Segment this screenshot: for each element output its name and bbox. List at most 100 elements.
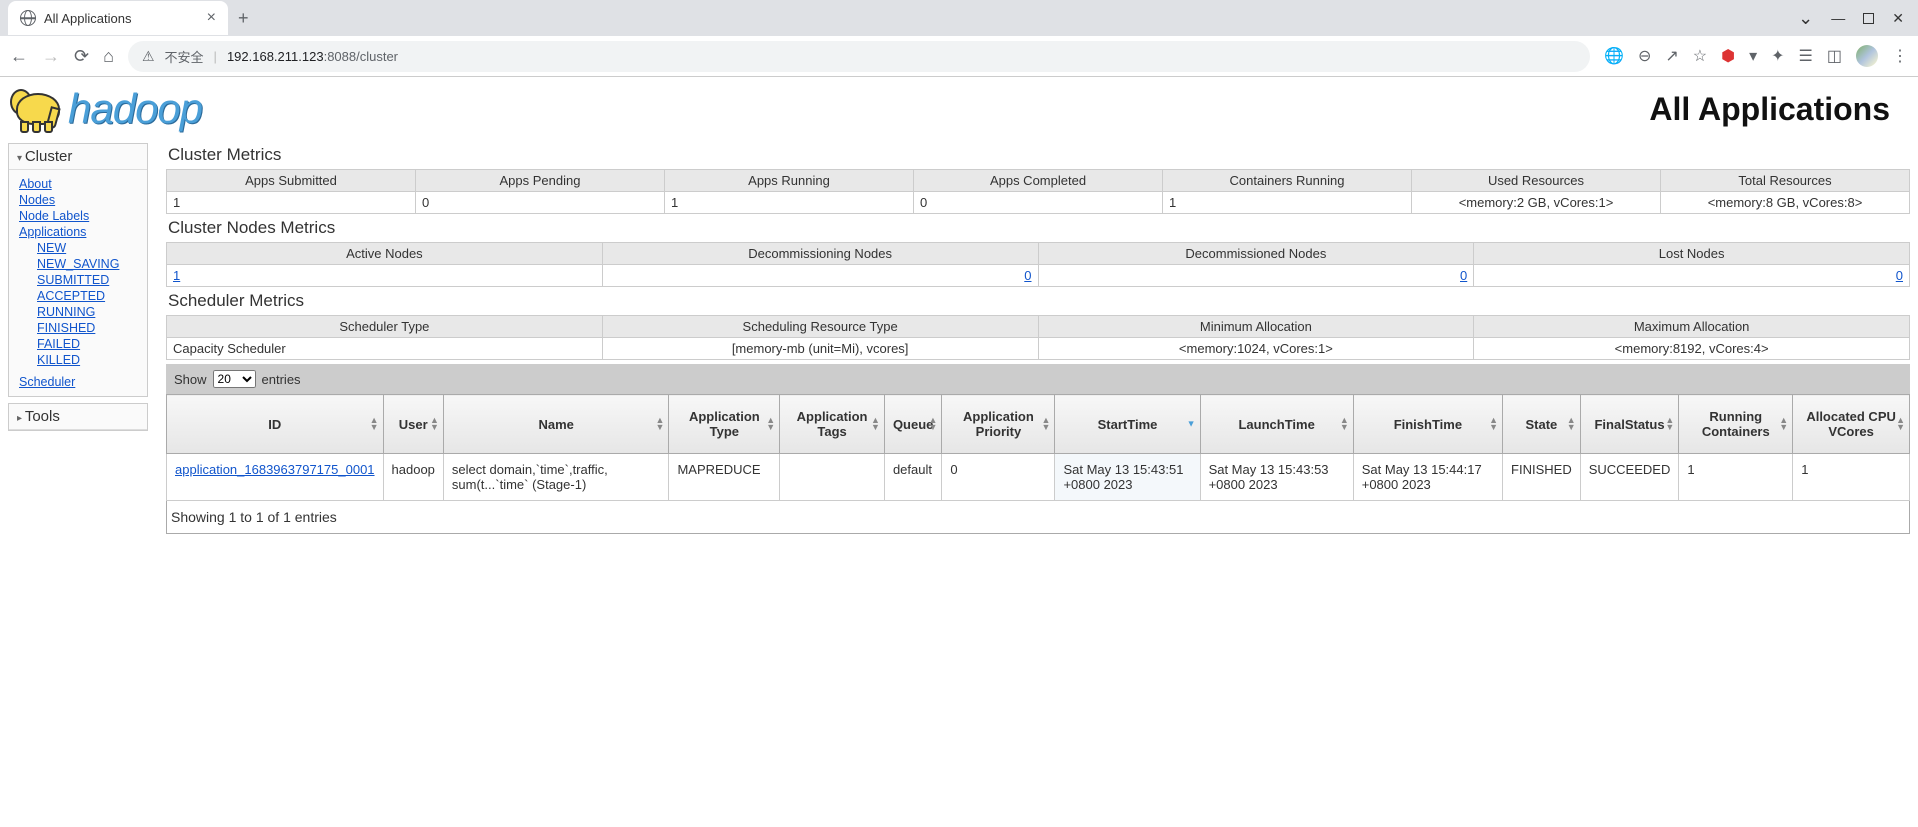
- window-minimize-button[interactable]: [1831, 10, 1845, 26]
- side-panel-icon[interactable]: ◫: [1827, 46, 1842, 66]
- home-button[interactable]: ⌂: [103, 46, 114, 67]
- apps-column-header[interactable]: Application Priority▲▼: [942, 395, 1055, 454]
- metrics-header: Minimum Allocation: [1038, 316, 1474, 338]
- zoom-icon[interactable]: ⊖: [1638, 46, 1651, 66]
- sidebar-link-state-finished[interactable]: FINISHED: [37, 320, 137, 336]
- applications-table: ID▲▼User▲▼Name▲▼Application Type▲▼Applic…: [166, 394, 1910, 501]
- app-id-link[interactable]: application_1683963797175_0001: [175, 462, 375, 477]
- sidebar-link-applications[interactable]: Applications: [19, 224, 137, 240]
- window-maximize-button[interactable]: [1863, 13, 1874, 24]
- apps-column-header[interactable]: Queue▲▼: [884, 395, 941, 454]
- metrics-header: Lost Nodes: [1474, 243, 1910, 265]
- extensions-icon[interactable]: ✦: [1771, 46, 1784, 66]
- metrics-header: Active Nodes: [167, 243, 603, 265]
- separator: |: [214, 49, 217, 64]
- apps-cell: SUCCEEDED: [1580, 454, 1679, 501]
- apps-column-header[interactable]: Allocated CPU VCores▲▼: [1793, 395, 1910, 454]
- apps-column-header[interactable]: ID▲▼: [167, 395, 384, 454]
- forward-button[interactable]: →: [42, 46, 60, 67]
- nav-bar: ← → ⟳ ⌂ ⚠ 不安全 | 192.168.211.123:8088/clu…: [0, 36, 1918, 76]
- metrics-link[interactable]: 0: [1024, 268, 1031, 283]
- sidebar-link-state-new-saving[interactable]: NEW_SAVING: [37, 256, 137, 272]
- metrics-header: Decommissioned Nodes: [1038, 243, 1474, 265]
- metrics-value: <memory:1024, vCores:1>: [1038, 338, 1474, 360]
- bookmark-icon[interactable]: ☆: [1693, 46, 1707, 66]
- reading-list-icon[interactable]: ☰: [1799, 46, 1813, 66]
- apps-column-header[interactable]: Running Containers▲▼: [1679, 395, 1793, 454]
- sidebar: Cluster About Nodes Node Labels Applicat…: [8, 143, 148, 534]
- warning-icon: ⚠: [142, 48, 155, 65]
- metrics-header: Decommissioning Nodes: [602, 243, 1038, 265]
- metrics-link[interactable]: 1: [173, 268, 180, 283]
- dt-length-select[interactable]: 102050100: [213, 370, 256, 388]
- sidebar-heading-cluster[interactable]: Cluster: [9, 144, 147, 170]
- apps-column-header[interactable]: FinishTime▲▼: [1353, 395, 1502, 454]
- metrics-header: Apps Completed: [914, 170, 1163, 192]
- apps-column-header[interactable]: State▲▼: [1503, 395, 1581, 454]
- profile-avatar[interactable]: [1856, 45, 1878, 67]
- sidebar-app-states: NEW NEW_SAVING SUBMITTED ACCEPTED RUNNIN…: [19, 240, 137, 368]
- metrics-value: 0: [914, 192, 1163, 214]
- address-bar[interactable]: ⚠ 不安全 | 192.168.211.123:8088/cluster: [128, 41, 1590, 72]
- sidebar-link-node-labels[interactable]: Node Labels: [19, 208, 137, 224]
- insecure-label: 不安全: [165, 47, 204, 66]
- metrics-link[interactable]: 0: [1460, 268, 1467, 283]
- apps-column-header[interactable]: Name▲▼: [443, 395, 669, 454]
- apps-cell: hadoop: [383, 454, 443, 501]
- metrics-value: Capacity Scheduler: [167, 338, 603, 360]
- sidebar-link-state-killed[interactable]: KILLED: [37, 352, 137, 368]
- sidebar-link-scheduler[interactable]: Scheduler: [19, 374, 137, 390]
- share-icon[interactable]: ↗: [1665, 46, 1678, 66]
- metrics-header: Scheduling Resource Type: [602, 316, 1038, 338]
- sidebar-link-state-failed[interactable]: FAILED: [37, 336, 137, 352]
- reload-button[interactable]: ⟳: [74, 46, 89, 67]
- apps-column-header[interactable]: FinalStatus▲▼: [1580, 395, 1679, 454]
- table-nodes-metrics: Active NodesDecommissioning NodesDecommi…: [166, 242, 1910, 287]
- datatable-info: Showing 1 to 1 of 1 entries: [166, 501, 1910, 534]
- sidebar-link-state-new[interactable]: NEW: [37, 240, 137, 256]
- extension-icon-1[interactable]: ⬢: [1721, 46, 1735, 66]
- metrics-header: Containers Running: [1163, 170, 1412, 192]
- tab-search-icon[interactable]: [1798, 8, 1813, 29]
- sidebar-link-state-submitted[interactable]: SUBMITTED: [37, 272, 137, 288]
- sidebar-link-nodes[interactable]: Nodes: [19, 192, 137, 208]
- sidebar-link-state-running[interactable]: RUNNING: [37, 304, 137, 320]
- menu-icon[interactable]: ⋮: [1892, 46, 1908, 66]
- apps-cell: [780, 454, 885, 501]
- apps-column-header[interactable]: User▲▼: [383, 395, 443, 454]
- apps-cell: default: [884, 454, 941, 501]
- globe-icon: [20, 10, 36, 26]
- table-scheduler-metrics: Scheduler TypeScheduling Resource TypeMi…: [166, 315, 1910, 360]
- apps-column-header[interactable]: Application Type▲▼: [669, 395, 780, 454]
- back-button[interactable]: ←: [10, 46, 28, 67]
- metrics-value: 1: [167, 265, 603, 287]
- datatable-length-bar: Show 102050100 entries: [166, 364, 1910, 394]
- sidebar-link-state-accepted[interactable]: ACCEPTED: [37, 288, 137, 304]
- elephant-icon: [8, 85, 66, 133]
- apps-cell: Sat May 13 15:43:51 +0800 2023: [1055, 454, 1200, 501]
- metrics-value: <memory:2 GB, vCores:1>: [1412, 192, 1661, 214]
- metrics-value: 0: [416, 192, 665, 214]
- window-close-button[interactable]: [1892, 10, 1904, 27]
- metrics-header: Apps Submitted: [167, 170, 416, 192]
- section-nodes-metrics: Cluster Nodes Metrics: [168, 218, 1910, 238]
- page-content: hadoop All Applications Cluster About No…: [0, 77, 1918, 554]
- toolbar-icons: 🌐 ⊖ ↗ ☆ ⬢ ▾ ✦ ☰ ◫ ⋮: [1604, 45, 1908, 67]
- metrics-value: 0: [602, 265, 1038, 287]
- sidebar-heading-tools[interactable]: Tools: [9, 404, 147, 430]
- page-title: All Applications: [1649, 91, 1890, 128]
- sidebar-panel-tools: Tools: [8, 403, 148, 431]
- apps-column-header[interactable]: LaunchTime▲▼: [1200, 395, 1353, 454]
- metrics-value: 1: [1163, 192, 1412, 214]
- metrics-link[interactable]: 0: [1896, 268, 1903, 283]
- new-tab-button[interactable]: +: [228, 2, 259, 35]
- close-tab-button[interactable]: ×: [207, 9, 216, 27]
- apps-cell: MAPREDUCE: [669, 454, 780, 501]
- sidebar-link-about[interactable]: About: [19, 176, 137, 192]
- browser-tab[interactable]: All Applications ×: [8, 1, 228, 35]
- translate-icon[interactable]: 🌐: [1604, 46, 1624, 66]
- extension-icon-2[interactable]: ▾: [1749, 46, 1757, 66]
- apps-column-header[interactable]: Application Tags▲▼: [780, 395, 885, 454]
- apps-column-header[interactable]: StartTime▼: [1055, 395, 1200, 454]
- apps-cell: 1: [1793, 454, 1910, 501]
